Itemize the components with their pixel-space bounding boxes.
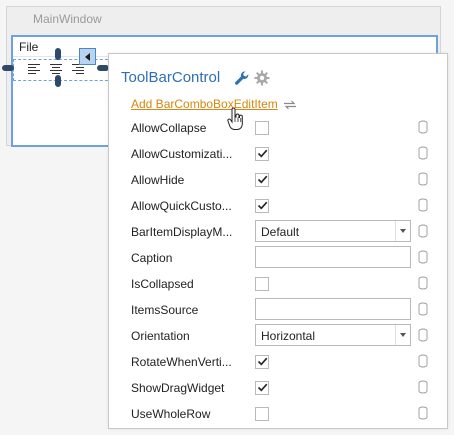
property-label: BarItemDisplayM... xyxy=(131,225,233,239)
property-label: RotateWhenVerti... xyxy=(131,355,232,369)
chevron-down-icon xyxy=(400,229,406,233)
property-checkbox[interactable] xyxy=(255,381,269,395)
checkmark-icon xyxy=(257,383,268,392)
dropdown-button[interactable] xyxy=(395,221,410,241)
property-label: UseWholeRow xyxy=(131,407,211,421)
data-binding-icon[interactable] xyxy=(418,380,428,394)
property-label: ItemsSource xyxy=(131,303,199,317)
property-checkbox[interactable] xyxy=(255,355,269,369)
chevron-down-icon xyxy=(400,333,406,337)
data-binding-icon[interactable] xyxy=(418,276,428,290)
data-binding-icon[interactable] xyxy=(418,172,428,186)
property-row: AllowCollapse xyxy=(109,115,449,141)
main-window-title: MainWindow xyxy=(33,12,102,26)
resize-handle-top[interactable] xyxy=(55,48,61,60)
data-binding-icon[interactable] xyxy=(418,120,428,134)
property-label: Caption xyxy=(131,251,173,265)
checkmark-icon xyxy=(257,175,268,184)
combobox-value: Default xyxy=(261,225,300,239)
data-binding-icon[interactable] xyxy=(418,302,428,316)
property-row: ItemsSource xyxy=(109,297,449,323)
property-label: IsCollapsed xyxy=(131,277,194,291)
property-label: Orientation xyxy=(131,329,190,343)
align-right-icon[interactable] xyxy=(72,64,84,75)
property-row: IsCollapsed xyxy=(109,271,449,297)
align-center-icon[interactable] xyxy=(50,64,62,75)
move-item-icon[interactable] xyxy=(284,99,296,110)
align-left-icon[interactable] xyxy=(28,64,40,75)
property-row: BarItemDisplayM... Default xyxy=(109,219,449,245)
checkmark-icon xyxy=(257,149,268,158)
property-combobox[interactable]: Default xyxy=(255,220,411,242)
property-label: AllowCollapse xyxy=(131,121,207,135)
smart-tag-button[interactable] xyxy=(79,48,96,65)
property-row: Orientation Horizontal xyxy=(109,323,449,349)
property-label: AllowQuickCusto... xyxy=(131,199,232,213)
property-row: Caption xyxy=(109,245,449,271)
property-checkbox[interactable] xyxy=(255,121,269,135)
resize-handle-left[interactable] xyxy=(2,65,14,71)
property-combobox[interactable]: Horizontal xyxy=(255,324,411,346)
data-binding-icon[interactable] xyxy=(418,328,428,342)
property-label: ShowDragWidget xyxy=(131,381,225,395)
property-row: RotateWhenVerti... xyxy=(109,349,449,375)
property-label: AllowHide xyxy=(131,173,185,187)
dropdown-button[interactable] xyxy=(395,325,410,345)
data-binding-icon[interactable] xyxy=(418,250,428,264)
property-checkbox[interactable] xyxy=(255,199,269,213)
panel-title: ToolBarControl xyxy=(121,69,221,86)
wrench-icon[interactable] xyxy=(233,69,251,87)
property-textbox[interactable] xyxy=(255,298,411,320)
property-label: AllowCustomizati... xyxy=(131,147,233,161)
property-checkbox[interactable] xyxy=(255,147,269,161)
menu-item-file[interactable]: File xyxy=(19,40,38,54)
resize-handle-bottom[interactable] xyxy=(55,75,61,87)
property-checkbox[interactable] xyxy=(255,407,269,421)
property-row: AllowQuickCusto... xyxy=(109,193,449,219)
property-row: UseWholeRow xyxy=(109,401,449,427)
data-binding-icon[interactable] xyxy=(418,406,428,420)
arrow-left-icon xyxy=(85,53,90,61)
data-binding-icon[interactable] xyxy=(418,198,428,212)
property-row: ShowDragWidget xyxy=(109,375,449,401)
checkmark-icon xyxy=(257,357,268,366)
add-baritem-link[interactable]: Add BarComboBoxEditItem xyxy=(131,97,278,111)
property-textbox[interactable] xyxy=(255,246,411,268)
smart-tag-panel: ToolBarControl Add BarComboBoxEditItem A… xyxy=(108,53,448,429)
data-binding-icon[interactable] xyxy=(418,354,428,368)
property-row: AllowCustomizati... xyxy=(109,141,449,167)
data-binding-icon[interactable] xyxy=(418,146,428,160)
property-row: AllowHide xyxy=(109,167,449,193)
property-checkbox[interactable] xyxy=(255,277,269,291)
property-checkbox[interactable] xyxy=(255,173,269,187)
data-binding-icon[interactable] xyxy=(418,224,428,238)
combobox-value: Horizontal xyxy=(261,329,316,343)
checkmark-icon xyxy=(257,201,268,210)
gear-icon[interactable] xyxy=(254,70,270,86)
